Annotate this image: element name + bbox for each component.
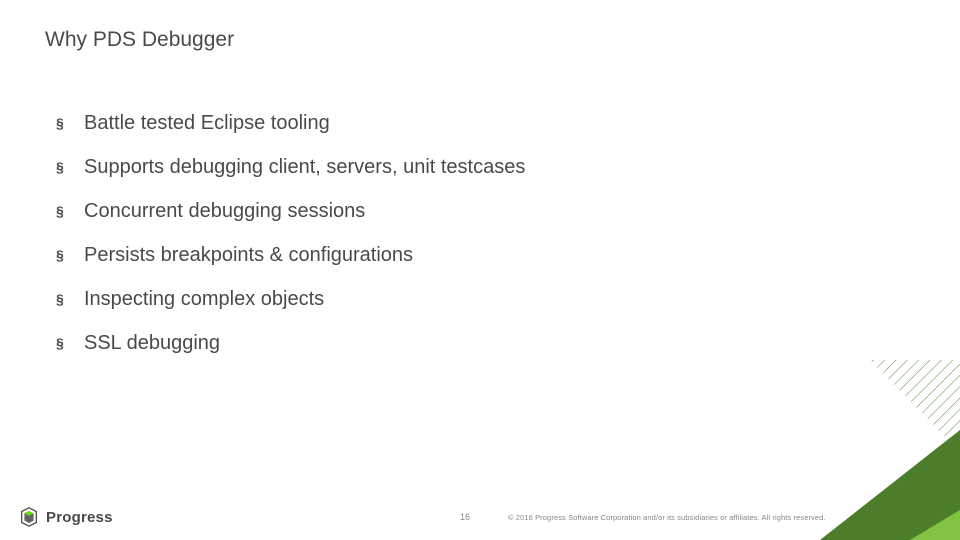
copyright-text: © 2016 Progress Software Corporation and… xyxy=(508,513,826,522)
slide-title: Why PDS Debugger xyxy=(45,28,234,52)
bullet-marker-icon: § xyxy=(56,110,66,136)
page-number: 16 xyxy=(460,512,470,522)
bullet-text: Inspecting complex objects xyxy=(84,286,324,312)
progress-logo: Progress xyxy=(18,506,113,528)
list-item: § Battle tested Eclipse tooling xyxy=(56,110,836,136)
bullet-marker-icon: § xyxy=(56,198,66,224)
bullet-text: Supports debugging client, servers, unit… xyxy=(84,154,525,180)
list-item: § Persists breakpoints & configurations xyxy=(56,242,836,268)
bullet-text: Concurrent debugging sessions xyxy=(84,198,365,224)
footer: Progress 16 © 2016 Progress Software Cor… xyxy=(0,492,960,540)
list-item: § SSL debugging xyxy=(56,330,836,356)
bullet-marker-icon: § xyxy=(56,286,66,312)
bullet-marker-icon: § xyxy=(56,154,66,180)
progress-logo-icon xyxy=(18,506,40,528)
slide: Why PDS Debugger § Battle tested Eclipse… xyxy=(0,0,960,540)
list-item: § Supports debugging client, servers, un… xyxy=(56,154,836,180)
bullet-text: Persists breakpoints & configurations xyxy=(84,242,413,268)
bullet-marker-icon: § xyxy=(56,330,66,356)
list-item: § Concurrent debugging sessions xyxy=(56,198,836,224)
bullet-text: Battle tested Eclipse tooling xyxy=(84,110,330,136)
bullet-list: § Battle tested Eclipse tooling § Suppor… xyxy=(56,110,836,374)
progress-logo-text: Progress xyxy=(46,509,113,526)
bullet-text: SSL debugging xyxy=(84,330,220,356)
list-item: § Inspecting complex objects xyxy=(56,286,836,312)
bullet-marker-icon: § xyxy=(56,242,66,268)
